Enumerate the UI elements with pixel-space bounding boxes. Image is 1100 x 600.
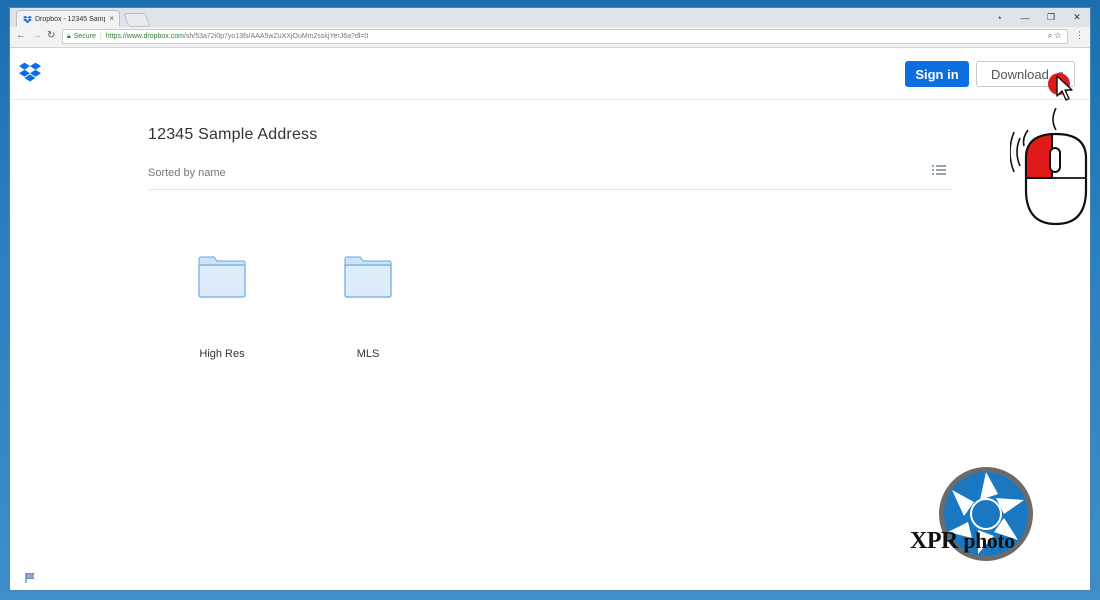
folder-item[interactable]: High Res bbox=[177, 255, 267, 360]
mouse-left-click-icon bbox=[1010, 108, 1088, 226]
tab-bar: Dropbox - 12345 Sample × ◔ — ❐ ✕ bbox=[10, 8, 1090, 27]
flag-icon[interactable] bbox=[24, 572, 36, 584]
omnibox-actions: ⌕ ☆ bbox=[1048, 31, 1061, 41]
new-tab-button[interactable] bbox=[123, 13, 151, 27]
click-cursor-icon bbox=[1048, 73, 1073, 101]
reload-icon[interactable]: ↻ bbox=[47, 30, 55, 41]
sign-in-button[interactable]: Sign in bbox=[905, 61, 969, 87]
lock-icon: 🔒︎ bbox=[67, 32, 71, 40]
browser-menu-icon[interactable]: ⋮ bbox=[1075, 30, 1084, 41]
url-path: /sh/53a72i0p7yo13fs/AAA5wZuXXjOuMm2sskjY… bbox=[183, 33, 369, 40]
dropbox-favicon-icon bbox=[23, 15, 32, 23]
secure-label: Secure bbox=[73, 33, 96, 40]
minimize-icon[interactable]: — bbox=[1012, 13, 1038, 23]
watermark-brand: XPR bbox=[910, 528, 958, 554]
watermark-sub: photo bbox=[963, 528, 1015, 553]
browser-window: Dropbox - 12345 Sample × ◔ — ❐ ✕ ← → ↻ 🔒… bbox=[10, 8, 1090, 590]
download-label: Download bbox=[991, 66, 1049, 82]
folder-label: MLS bbox=[356, 348, 380, 360]
divider bbox=[148, 189, 952, 190]
back-icon[interactable]: ← bbox=[16, 30, 26, 41]
window-controls: ◔ — ❐ ✕ bbox=[986, 8, 1090, 27]
folder-item[interactable]: MLS bbox=[323, 255, 413, 360]
url-separator: | bbox=[99, 33, 102, 40]
tab-title: Dropbox - 12345 Sample bbox=[35, 15, 105, 23]
tab-close-icon[interactable]: × bbox=[109, 14, 114, 23]
list-view-icon[interactable] bbox=[932, 164, 946, 176]
url-host: https://www.dropbox.com bbox=[105, 33, 184, 40]
dropbox-page: Sign in Download ▼ 12345 Sample Address … bbox=[10, 48, 1090, 590]
folder-icon bbox=[198, 256, 246, 298]
profile-icon[interactable]: ◔ bbox=[986, 13, 1012, 23]
folder-icon bbox=[344, 256, 392, 298]
browser-tab[interactable]: Dropbox - 12345 Sample × bbox=[16, 10, 120, 27]
forward-icon[interactable]: → bbox=[32, 30, 42, 41]
page-title: 12345 Sample Address bbox=[148, 126, 318, 143]
bookmark-star-icon[interactable]: ☆ bbox=[1054, 31, 1061, 40]
zoom-icon[interactable]: ⌕ bbox=[1048, 31, 1052, 40]
address-bar[interactable]: 🔒︎ Secure | https://www.dropbox.com /sh/… bbox=[62, 29, 1068, 44]
browser-toolbar: ← → ↻ 🔒︎ Secure | https://www.dropbox.co… bbox=[10, 27, 1090, 48]
folder-label: High Res bbox=[199, 348, 245, 360]
dropbox-logo-icon[interactable] bbox=[19, 61, 41, 83]
page-header: Sign in Download ▼ bbox=[10, 48, 1090, 100]
close-window-icon[interactable]: ✕ bbox=[1064, 12, 1090, 23]
sort-label[interactable]: Sorted by name bbox=[148, 167, 226, 179]
watermark-text: XPR photo bbox=[910, 528, 1015, 555]
restore-icon[interactable]: ❐ bbox=[1038, 12, 1064, 23]
